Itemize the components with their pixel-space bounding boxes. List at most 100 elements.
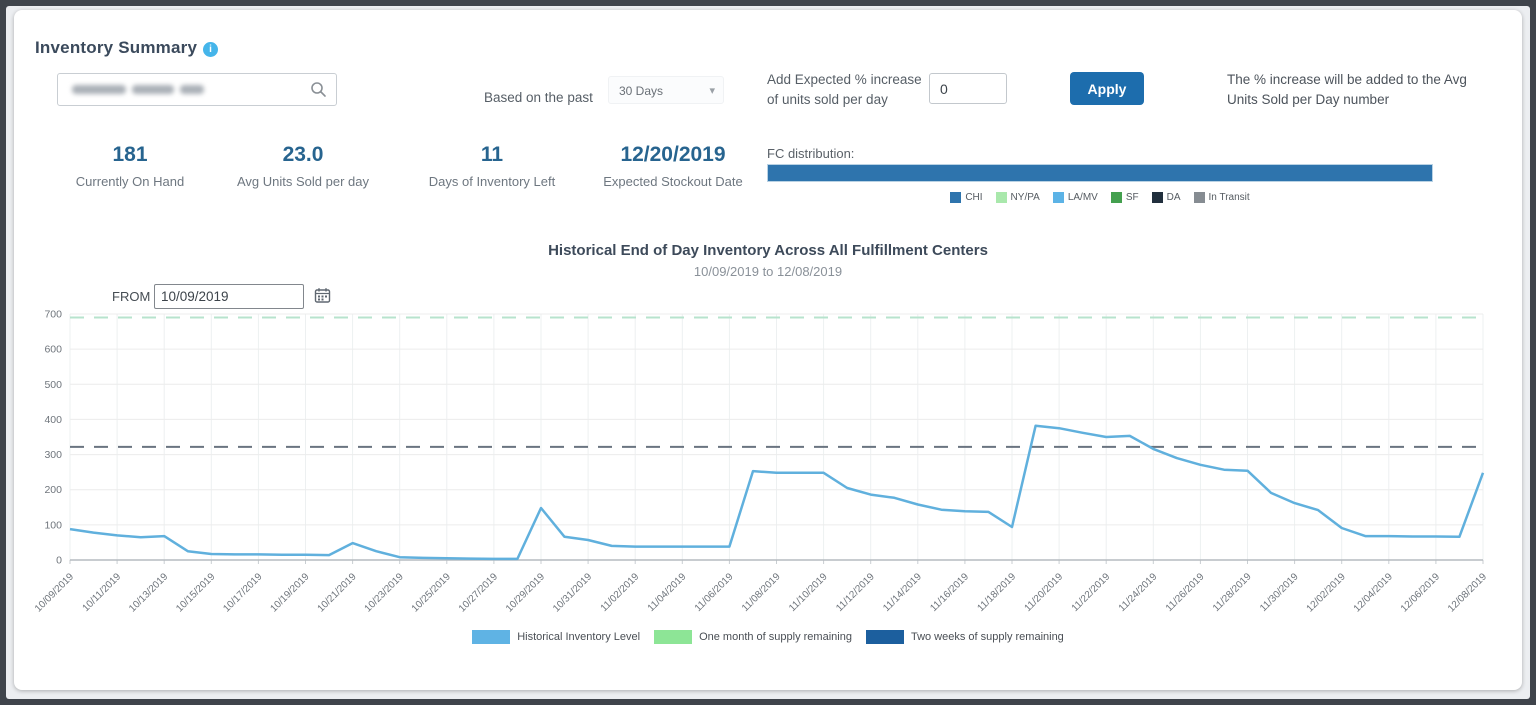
- legend-label: NY/PA: [1011, 192, 1040, 203]
- stat-value: 23.0: [208, 143, 398, 167]
- fc-legend-item: CHI: [950, 192, 982, 203]
- svg-text:11/20/2019: 11/20/2019: [1023, 571, 1066, 614]
- legend-label: DA: [1167, 192, 1181, 203]
- chart-legend: Historical Inventory Level One month of s…: [14, 630, 1522, 644]
- fc-legend-item: DA: [1152, 192, 1181, 203]
- fc-distribution-label: FC distribution:: [767, 146, 854, 161]
- svg-text:10/29/2019: 10/29/2019: [504, 571, 547, 614]
- line-chart-svg: 10/09/201910/11/201910/13/201910/15/2019…: [34, 305, 1512, 640]
- svg-text:12/02/2019: 12/02/2019: [1305, 571, 1348, 614]
- chart-legend-item: Two weeks of supply remaining: [866, 630, 1064, 644]
- stat-label: Currently On Hand: [35, 174, 225, 189]
- page-title-text: Inventory Summary: [35, 38, 197, 57]
- product-search-box: [57, 73, 337, 106]
- legend-label: In Transit: [1209, 192, 1250, 203]
- increase-label-line2: of units sold per day: [767, 90, 922, 110]
- fc-legend-item: NY/PA: [996, 192, 1040, 203]
- period-select[interactable]: 30 Days ▾: [608, 76, 724, 104]
- legend-swatch: [472, 630, 510, 644]
- stat-value: 181: [35, 143, 225, 167]
- svg-text:10/11/2019: 10/11/2019: [81, 571, 124, 614]
- search-icon[interactable]: [310, 81, 327, 103]
- svg-text:10/15/2019: 10/15/2019: [174, 571, 217, 614]
- svg-text:10/19/2019: 10/19/2019: [268, 571, 311, 614]
- chart-subtitle: 10/09/2019 to 12/08/2019: [14, 264, 1522, 279]
- stat-value: 11: [397, 143, 587, 167]
- legend-swatch: [1152, 192, 1163, 203]
- stat-label: Expected Stockout Date: [578, 174, 768, 189]
- svg-text:200: 200: [44, 484, 62, 496]
- increase-note-line1: The % increase will be added to the Avg: [1227, 70, 1469, 90]
- stat-avg-units-sold: 23.0 Avg Units Sold per day: [208, 143, 398, 189]
- svg-text:11/14/2019: 11/14/2019: [881, 571, 924, 614]
- legend-swatch: [996, 192, 1007, 203]
- svg-text:10/13/2019: 10/13/2019: [127, 571, 170, 614]
- legend-swatch: [950, 192, 961, 203]
- svg-text:10/09/2019: 10/09/2019: [34, 571, 76, 614]
- legend-swatch: [1111, 192, 1122, 203]
- increase-percent-input[interactable]: [929, 73, 1007, 104]
- search-input[interactable]: [58, 74, 336, 105]
- stat-expected-stockout-date: 12/20/2019 Expected Stockout Date: [578, 143, 768, 189]
- legend-label: CHI: [965, 192, 982, 203]
- svg-text:11/22/2019: 11/22/2019: [1070, 571, 1113, 614]
- increase-label: Add Expected % increase of units sold pe…: [767, 70, 922, 110]
- svg-text:12/04/2019: 12/04/2019: [1352, 571, 1395, 614]
- chart-legend-item: One month of supply remaining: [654, 630, 852, 644]
- svg-text:400: 400: [44, 414, 62, 426]
- svg-text:11/06/2019: 11/06/2019: [693, 571, 736, 614]
- stat-currently-on-hand: 181 Currently On Hand: [35, 143, 225, 189]
- svg-text:10/17/2019: 10/17/2019: [221, 571, 264, 614]
- fc-distribution-bar: [767, 164, 1433, 182]
- increase-note: The % increase will be added to the Avg …: [1227, 70, 1469, 110]
- svg-text:500: 500: [44, 379, 62, 391]
- chart-legend-item: Historical Inventory Level: [472, 630, 640, 644]
- fc-legend-item: SF: [1111, 192, 1139, 203]
- fc-distribution-legend: CHI NY/PA LA/MV SF DA In Transit: [767, 192, 1433, 203]
- from-date-label: FROM: [112, 289, 150, 304]
- svg-text:11/18/2019: 11/18/2019: [975, 571, 1018, 614]
- svg-text:11/26/2019: 11/26/2019: [1164, 571, 1207, 614]
- legend-swatch: [654, 630, 692, 644]
- fc-distribution-bar-fill: [768, 165, 1432, 181]
- svg-text:11/24/2019: 11/24/2019: [1117, 571, 1160, 614]
- svg-text:12/06/2019: 12/06/2019: [1399, 571, 1442, 614]
- page-title: Inventory Summary i: [35, 38, 218, 58]
- svg-text:11/10/2019: 11/10/2019: [787, 571, 830, 614]
- svg-text:300: 300: [44, 449, 62, 461]
- stat-label: Days of Inventory Left: [397, 174, 587, 189]
- svg-text:10/21/2019: 10/21/2019: [316, 571, 359, 614]
- legend-label: LA/MV: [1068, 192, 1098, 203]
- svg-text:11/02/2019: 11/02/2019: [599, 571, 642, 614]
- legend-label: Historical Inventory Level: [517, 631, 640, 643]
- info-icon[interactable]: i: [203, 42, 218, 57]
- svg-text:11/28/2019: 11/28/2019: [1211, 571, 1254, 614]
- inventory-history-chart: 10/09/201910/11/201910/13/201910/15/2019…: [34, 305, 1512, 640]
- legend-swatch: [1053, 192, 1064, 203]
- stat-days-inventory-left: 11 Days of Inventory Left: [397, 143, 587, 189]
- svg-text:10/31/2019: 10/31/2019: [551, 571, 594, 614]
- svg-text:10/23/2019: 10/23/2019: [363, 571, 406, 614]
- svg-text:11/16/2019: 11/16/2019: [928, 571, 971, 614]
- svg-text:11/04/2019: 11/04/2019: [646, 571, 689, 614]
- svg-text:11/30/2019: 11/30/2019: [1258, 571, 1301, 614]
- fc-legend-item: In Transit: [1194, 192, 1250, 203]
- based-on-past-label: Based on the past: [484, 90, 593, 105]
- legend-label: Two weeks of supply remaining: [911, 631, 1064, 643]
- svg-text:10/25/2019: 10/25/2019: [410, 571, 453, 614]
- legend-label: SF: [1126, 192, 1139, 203]
- stat-label: Avg Units Sold per day: [208, 174, 398, 189]
- svg-text:11/08/2019: 11/08/2019: [740, 571, 783, 614]
- increase-note-line2: Units Sold per Day number: [1227, 90, 1469, 110]
- legend-swatch: [866, 630, 904, 644]
- chart-title: Historical End of Day Inventory Across A…: [14, 242, 1522, 259]
- apply-button[interactable]: Apply: [1070, 72, 1144, 105]
- svg-text:11/12/2019: 11/12/2019: [834, 571, 877, 614]
- period-select-value: 30 Days: [619, 84, 663, 98]
- increase-label-line1: Add Expected % increase: [767, 70, 922, 90]
- svg-text:0: 0: [56, 555, 62, 567]
- svg-text:600: 600: [44, 344, 62, 356]
- svg-text:700: 700: [44, 309, 62, 321]
- stat-value: 12/20/2019: [578, 143, 768, 167]
- svg-text:12/08/2019: 12/08/2019: [1446, 571, 1489, 614]
